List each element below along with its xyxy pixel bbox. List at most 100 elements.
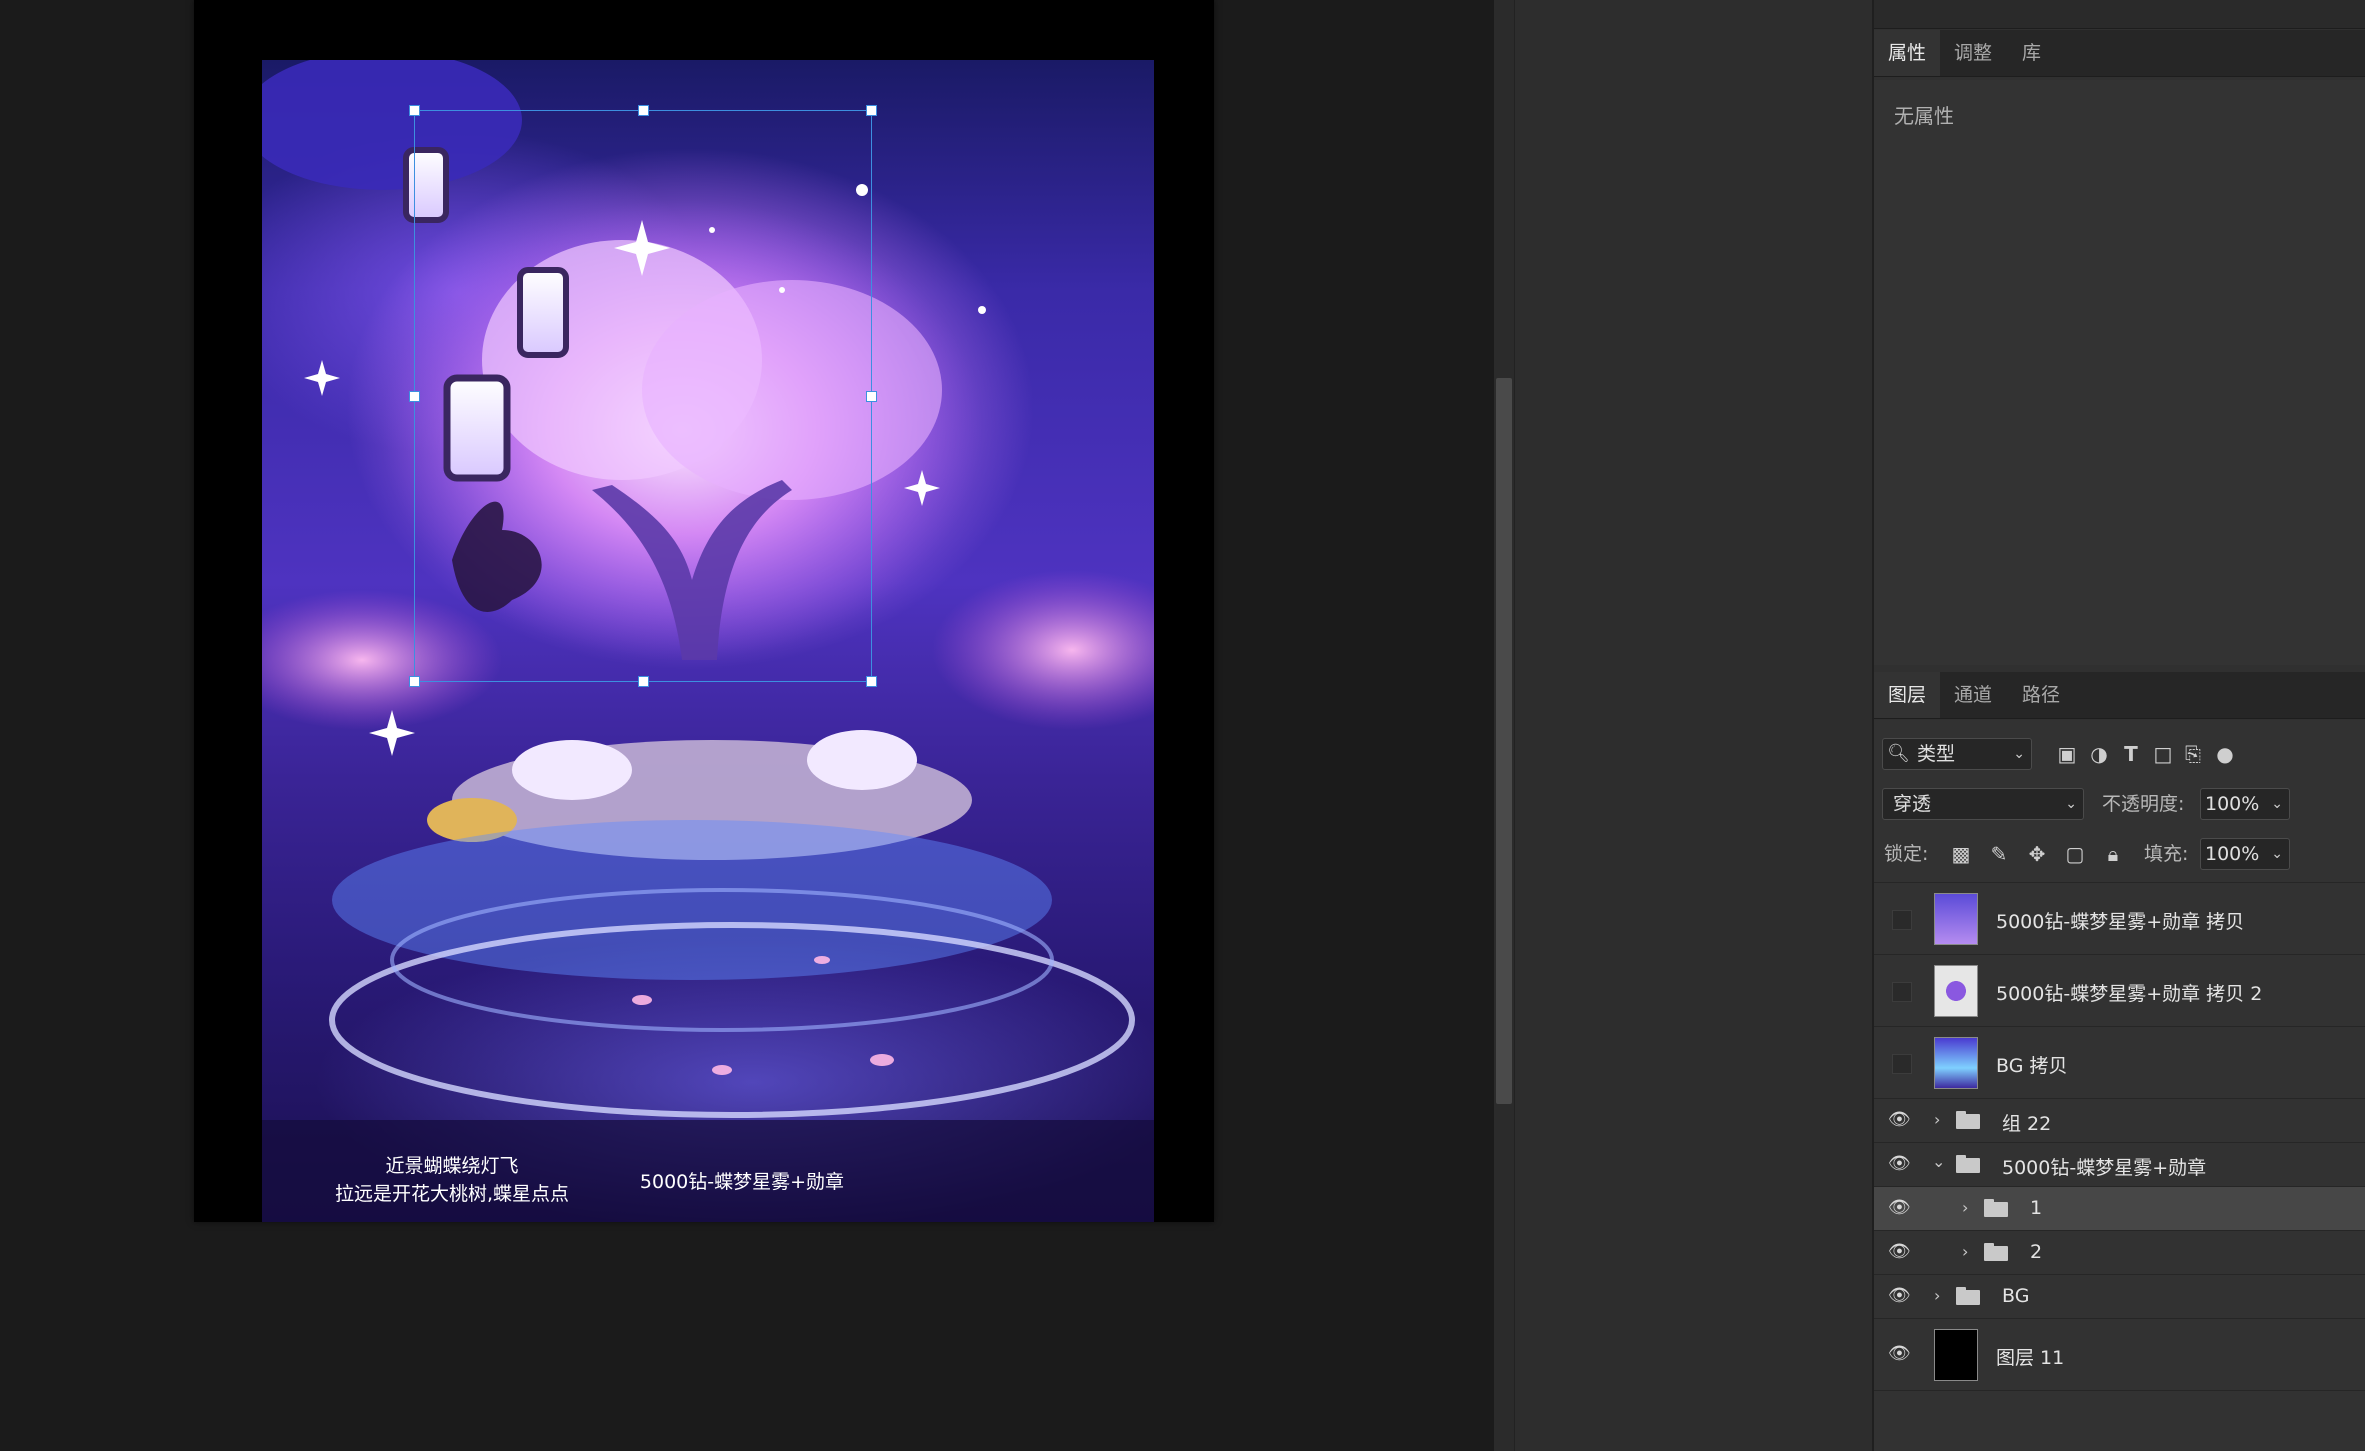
chevron-down-icon[interactable]: ⌄ (1932, 1152, 1945, 1171)
lock-icon[interactable]: 🔒︎ (2100, 838, 2126, 870)
fill-field[interactable]: 100% ⌄ (2200, 838, 2290, 870)
filter-toggle-icon[interactable]: ● (2212, 738, 2238, 770)
layer-thumbnail (1934, 893, 1978, 945)
lock-artboard-icon[interactable]: ▢ (2062, 838, 2088, 870)
filter-smartobject-icon[interactable]: ⎘ (2180, 738, 2206, 770)
layer-row[interactable]: 👁︎ › BG (1874, 1275, 2365, 1319)
properties-body: 无属性 (1874, 80, 2365, 665)
chevron-down-icon[interactable]: ⌄ (2271, 839, 2283, 869)
lock-transparent-icon[interactable]: ▩ (1948, 838, 1974, 870)
filter-shape-icon[interactable]: □ (2150, 738, 2176, 770)
layer-filter-select[interactable]: 🔍︎ 类型 ⌄ (1882, 738, 2032, 770)
folder-icon (1984, 1199, 2008, 1217)
scrollbar-thumb[interactable] (1496, 378, 1512, 1104)
canvas-area[interactable]: 近景蝴蝶绕灯飞 拉远是开花大桃树,蝶星点点 5000钻-蝶梦星雾+勋章 (0, 0, 1494, 1451)
folder-icon (1984, 1243, 2008, 1261)
layer-row[interactable]: BG 拷贝 (1874, 1027, 2365, 1099)
lock-paint-icon[interactable]: ✎ (1986, 838, 2012, 870)
transform-handle-top-right[interactable] (866, 105, 877, 116)
chevron-right-icon[interactable]: › (1962, 1242, 1968, 1261)
layer-row[interactable]: 👁︎ 图层 11 (1874, 1319, 2365, 1391)
filter-pixel-icon[interactable]: ▣ (2054, 738, 2080, 770)
filter-adjustment-icon[interactable]: ◑ (2086, 738, 2112, 770)
caption-left-line2: 拉远是开花大桃树,蝶星点点 (334, 1183, 570, 1205)
eye-icon[interactable]: 👁︎ (1888, 1153, 1911, 1174)
eye-icon[interactable]: 👁︎ (1888, 1241, 1911, 1262)
layers-tabbar: 图层 通道 路径 (1874, 672, 2365, 719)
chevron-down-icon: ⌄ (2065, 796, 2077, 812)
layer-list: 5000钻-蝶梦星雾+勋章 拷贝 5000钻-蝶梦星雾+勋章 拷贝 2 BG 拷… (1874, 882, 2365, 1443)
layer-row[interactable]: 5000钻-蝶梦星雾+勋章 拷贝 2 (1874, 955, 2365, 1027)
layer-name: 图层 11 (1996, 1347, 2065, 1369)
eye-icon[interactable]: 👁︎ (1888, 1343, 1911, 1364)
right-panel: 属性 调整 库 无属性 图层 通道 路径 🔍︎ 类型 ⌄ ▣ ◑ T □ ⎘ ●… (1872, 0, 2365, 1451)
lock-label: 锁定: (1884, 843, 1929, 865)
transform-handle-bottom[interactable] (638, 676, 649, 687)
transform-handle-top-left[interactable] (409, 105, 420, 116)
chevron-right-icon[interactable]: › (1934, 1110, 1940, 1129)
caption-right: 5000钻-蝶梦星雾+勋章 (639, 1171, 845, 1193)
layer-filter-value: 类型 (1917, 743, 1956, 765)
chevron-right-icon[interactable]: › (1934, 1286, 1940, 1305)
tab-properties[interactable]: 属性 (1874, 30, 1941, 76)
panel-top-strip (1874, 0, 2365, 29)
layer-row[interactable]: 👁︎ › 2 (1874, 1231, 2365, 1275)
layer-thumbnail (1934, 1329, 1978, 1381)
properties-tabbar: 属性 调整 库 (1874, 30, 2365, 77)
chevron-down-icon: ⌄ (2013, 746, 2025, 762)
transform-handle-left[interactable] (409, 391, 420, 402)
tab-libraries[interactable]: 库 (2008, 30, 2055, 76)
canvas-vertical-scrollbar[interactable] (1494, 0, 1514, 1451)
layer-name: 组 22 (2002, 1113, 2052, 1135)
layer-name: BG 拷贝 (1996, 1055, 2068, 1077)
caption-left-line1: 近景蝴蝶绕灯飞 (385, 1155, 519, 1177)
tab-paths[interactable]: 路径 (2008, 672, 2074, 718)
layer-row[interactable]: 5000钻-蝶梦星雾+勋章 拷贝 (1874, 883, 2365, 955)
panel-gutter (1514, 0, 1873, 1451)
fill-label: 填充: (2144, 843, 2189, 865)
visibility-toggle-off[interactable] (1892, 910, 1912, 930)
transform-handle-top[interactable] (638, 105, 649, 116)
eye-icon[interactable]: 👁︎ (1888, 1285, 1911, 1306)
fill-value: 100% (2205, 843, 2260, 865)
tab-layers[interactable]: 图层 (1874, 672, 1941, 718)
caption-left: 近景蝴蝶绕灯飞 拉远是开花大桃树,蝶星点点 (302, 1152, 602, 1208)
layer-name: BG (2002, 1285, 2030, 1307)
visibility-toggle-off[interactable] (1892, 1054, 1912, 1074)
blend-mode-select[interactable]: 穿透 ⌄ (1882, 788, 2084, 820)
eye-icon[interactable]: 👁︎ (1888, 1197, 1911, 1218)
layer-name: 5000钻-蝶梦星雾+勋章 拷贝 (1996, 911, 2245, 933)
opacity-value: 100% (2205, 793, 2260, 815)
layer-name: 5000钻-蝶梦星雾+勋章 拷贝 2 (1996, 983, 2263, 1005)
folder-icon (1956, 1287, 1980, 1305)
visibility-toggle-off[interactable] (1892, 982, 1912, 1002)
layer-row[interactable]: 👁︎ › 组 22 (1874, 1099, 2365, 1143)
folder-open-icon (1956, 1155, 1980, 1173)
document-canvas[interactable]: 近景蝴蝶绕灯飞 拉远是开花大桃树,蝶星点点 5000钻-蝶梦星雾+勋章 (194, 0, 1214, 1222)
no-properties-text: 无属性 (1894, 104, 1954, 128)
transform-handle-right[interactable] (866, 391, 877, 402)
layer-name: 2 (2030, 1241, 2043, 1263)
transform-handle-bottom-left[interactable] (409, 676, 420, 687)
folder-icon (1956, 1111, 1980, 1129)
search-icon: 🔍︎ (1887, 743, 1910, 764)
layer-row[interactable]: 👁︎ ⌄ 5000钻-蝶梦星雾+勋章 (1874, 1143, 2365, 1187)
chevron-right-icon[interactable]: › (1962, 1198, 1968, 1217)
layer-name: 1 (2030, 1197, 2043, 1219)
layers-body: 🔍︎ 类型 ⌄ ▣ ◑ T □ ⎘ ● 穿透 ⌄ 不透明度: 100% ⌄ 锁定… (1874, 720, 2365, 1451)
eye-icon[interactable]: 👁︎ (1888, 1109, 1911, 1130)
layer-thumbnail (1934, 1037, 1978, 1089)
transform-handle-bottom-right[interactable] (866, 676, 877, 687)
lock-position-icon[interactable]: ✥ (2024, 838, 2050, 870)
layer-row[interactable]: 👁︎ › 1 (1874, 1187, 2365, 1231)
opacity-field[interactable]: 100% ⌄ (2200, 788, 2290, 820)
filter-type-icon[interactable]: T (2118, 738, 2144, 770)
tab-adjustments[interactable]: 调整 (1940, 30, 2006, 76)
transform-bounding-box[interactable] (409, 105, 877, 687)
layer-name: 5000钻-蝶梦星雾+勋章 (2002, 1157, 2207, 1179)
opacity-label: 不透明度: (2102, 793, 2185, 815)
tab-channels[interactable]: 通道 (1940, 672, 2006, 718)
layer-thumbnail (1934, 965, 1978, 1017)
chevron-down-icon[interactable]: ⌄ (2271, 789, 2283, 819)
blend-mode-value: 穿透 (1893, 793, 1932, 815)
